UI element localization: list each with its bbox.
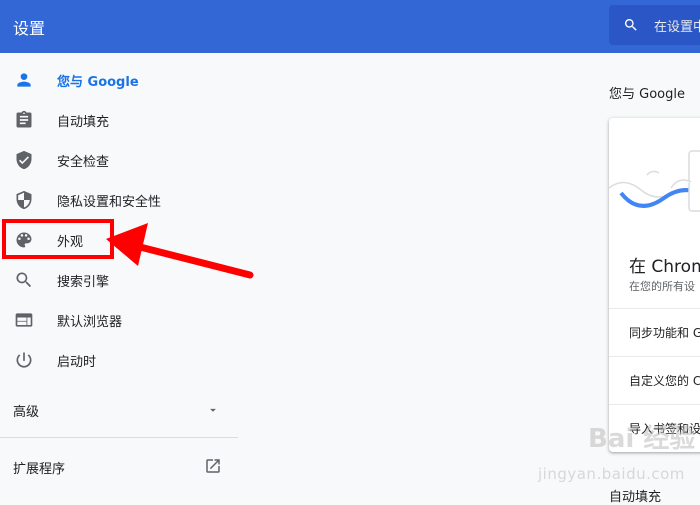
search-input[interactable]: 在设置中 — [609, 5, 700, 45]
shield-half-icon — [14, 190, 34, 210]
page-title: 设置 — [13, 19, 46, 38]
person-icon — [14, 70, 34, 90]
sidebar-item-you-and-google[interactable]: 您与 Google — [0, 60, 240, 100]
sidebar-item-label: 自动填充 — [57, 114, 110, 130]
sidebar-divider — [0, 437, 238, 438]
clipboard-icon — [14, 110, 34, 130]
sidebar-item-label: 您与 Google — [57, 74, 139, 90]
watermark-brand: Bai 经验 — [588, 424, 696, 454]
card-row-label: 同步功能和 G — [629, 326, 700, 340]
sidebar-item-on-startup[interactable]: 启动时 — [0, 340, 240, 380]
section-title-you-and-google: 您与 Google — [609, 87, 685, 102]
search-placeholder: 在设置中 — [654, 20, 700, 35]
card-row-customize[interactable]: 自定义您的 C — [609, 356, 700, 403]
sidebar-advanced-toggle[interactable]: 高级 — [0, 388, 240, 428]
sidebar-item-label: 安全检查 — [57, 154, 110, 170]
power-icon — [14, 350, 34, 370]
advanced-label: 高级 — [13, 405, 40, 420]
sidebar-item-search-engine[interactable]: 搜索引擎 — [0, 260, 240, 300]
sidebar-item-default-browser[interactable]: 默认浏览器 — [0, 300, 240, 340]
extensions-label: 扩展程序 — [13, 462, 66, 477]
sidebar-item-label: 搜索引擎 — [57, 274, 110, 290]
sidebar-item-label: 隐私设置和安全性 — [57, 194, 162, 210]
chevron-down-icon — [206, 402, 220, 421]
annotation-highlight-box — [2, 219, 114, 259]
baidu-watermark: Bai 经验 jingyan.baidu.com — [538, 418, 698, 498]
sidebar-item-autofill[interactable]: 自动填充 — [0, 100, 240, 140]
sidebar-item-extensions[interactable]: 扩展程序 — [0, 445, 240, 485]
sidebar-item-safety-check[interactable]: 安全检查 — [0, 140, 240, 180]
sync-illustration — [609, 150, 700, 212]
sidebar-item-privacy[interactable]: 隐私设置和安全性 — [0, 180, 240, 220]
browser-icon — [14, 310, 34, 330]
sync-card-subtitle: 在您的所有设 — [629, 280, 695, 293]
sync-card-heading: 在 Chrom — [629, 257, 700, 277]
search-icon — [14, 270, 34, 290]
search-icon — [623, 17, 639, 33]
watermark-url: jingyan.baidu.com — [538, 465, 685, 483]
sidebar-item-label: 默认浏览器 — [57, 314, 123, 330]
sidebar-item-label: 启动时 — [57, 354, 97, 370]
card-row-label: 自定义您的 C — [629, 374, 700, 388]
open-in-new-icon — [204, 457, 222, 479]
shield-check-icon — [14, 150, 34, 170]
app-header: 设置 在设置中 — [0, 0, 700, 53]
card-row-sync[interactable]: 同步功能和 G — [609, 308, 700, 355]
sync-card: 在 Chrom 在您的所有设 同步功能和 G 自定义您的 C 导入书签和设 — [609, 118, 700, 452]
